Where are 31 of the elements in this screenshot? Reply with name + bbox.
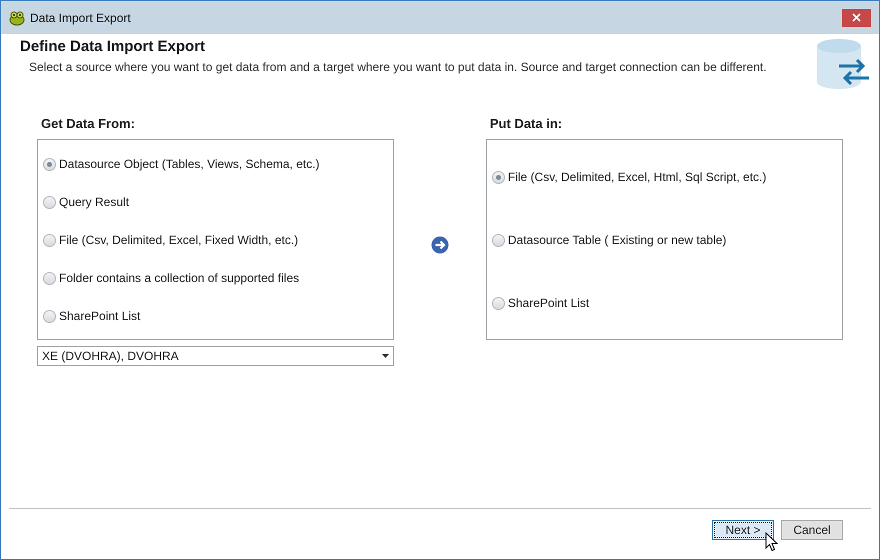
radio-button[interactable] (43, 196, 56, 208)
radio-button[interactable] (43, 310, 56, 322)
close-button[interactable] (842, 8, 871, 26)
close-icon (852, 13, 861, 22)
radio-button[interactable] (492, 296, 505, 310)
radio-option[interactable]: SharePoint List (492, 294, 842, 312)
radio-option[interactable]: File (Csv, Delimited, Excel, Fixed Width, etc.) (43, 231, 394, 249)
target-label: Put Data in: (490, 116, 564, 131)
window-title: Data Import Export (30, 10, 131, 24)
radio-option[interactable]: File (Csv, Delimited, Excel, Html, Sql Script, etc.) (492, 168, 842, 186)
radio-button[interactable] (43, 234, 56, 246)
radio-button[interactable] (43, 158, 56, 170)
radio-option[interactable]: Datasource Table ( Existing or new table) (492, 231, 842, 249)
connection-dropdown[interactable]: XE (DVOHRA), DVOHRA (37, 346, 394, 366)
next-button[interactable]: Next > (712, 520, 774, 540)
cancel-button[interactable]: Cancel (781, 520, 843, 540)
radio-option[interactable]: SharePoint List (43, 307, 394, 325)
page-title: Define Data Import Export (20, 38, 206, 55)
frog-icon (9, 10, 25, 26)
dropdown-caret-icon (382, 354, 390, 358)
arrow-right-icon (430, 236, 449, 254)
source-label: Get Data From: (41, 116, 136, 131)
radio-option[interactable]: Query Result (43, 193, 394, 211)
page-description: Select a source where you want to get data from and a target where you want to put data in. Source and target connection can be different. (28, 60, 768, 74)
radio-option[interactable]: Datasource Object (Tables, Views, Schema, etc.) (43, 155, 394, 173)
database-transfer-icon (815, 38, 871, 90)
mouse-cursor-icon (765, 532, 778, 552)
radio-button[interactable] (492, 234, 505, 246)
radio-button[interactable] (43, 272, 56, 284)
radio-option[interactable]: Folder contains a collection of supported files (43, 269, 394, 287)
radio-button[interactable] (492, 170, 505, 184)
